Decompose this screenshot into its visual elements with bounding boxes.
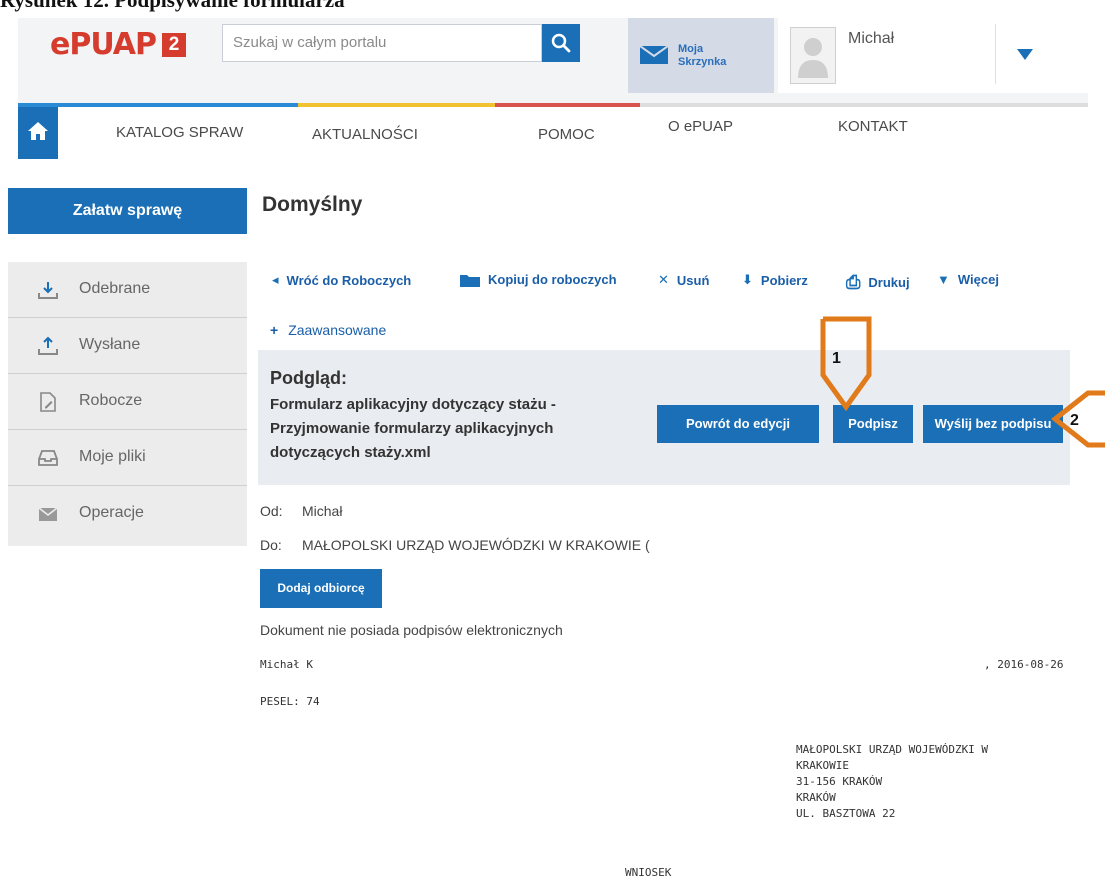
sidebar-item-label: Moje pliki [79,448,146,465]
toolbar-label: Kopiuj do roboczych [488,272,617,287]
send-without-signature-button[interactable]: Wyślij bez podpisu [923,405,1063,443]
doc-name-line: Formularz aplikacyjny dotyczący stażu - [270,396,556,413]
to-label: Do: [260,537,282,553]
from-value: Michał [302,503,343,519]
divider [995,24,996,84]
back-to-edit-button[interactable]: Powrót do edycji [657,405,819,443]
nav-color-strip [18,103,1088,107]
figure-caption: Rysunek 12. Podpisywanie formularza [0,0,345,12]
nav-o-epuap[interactable]: O ePUAP [668,118,733,135]
nav-strip-segment [18,103,298,107]
sidebar-item-label: Odebrane [79,280,151,297]
annotation-arrow-1 [820,316,872,412]
nav-strip-segment [298,103,495,107]
more-triangle-icon: ▼ [937,272,950,287]
page-title: Domyślny [262,193,363,216]
delete-x-icon: ✕ [658,272,669,287]
preview-document-name: Formularz aplikacyjny dotyczący stażu - … [270,393,600,465]
address-line: MAŁOPOLSKI URZĄD WOJEWÓDZKI W [796,743,989,756]
upload-tray-icon [38,336,58,355]
search-input[interactable]: Szukaj w całym portalu [222,24,542,62]
delete-link[interactable]: ✕ Usuń [658,272,709,288]
doc-pesel: PESEL: 74 [260,695,320,708]
sidebar-item-wyslane[interactable]: Wysłane [8,318,247,374]
preview-title: Podgląd: [270,368,347,388]
inbox-label-line1: Moja [678,43,704,55]
toolbar-label: Pobierz [760,272,808,288]
address-line: UL. BASZTOWA 22 [796,807,896,820]
epuap-logo[interactable]: ePUAP 2 [50,28,186,62]
search-icon [551,33,571,53]
annotation-step-1: 1 [832,350,841,367]
doc-sender: Michał K [260,658,313,671]
advanced-toggle[interactable]: + Zaawansowane [270,322,386,338]
user-name: Michał [848,30,895,47]
logo-badge: 2 [161,33,186,57]
toolbar-label: Drukuj [868,275,910,290]
back-arrow-icon: ◂ [272,272,279,287]
files-tray-icon [38,450,58,466]
copy-to-drafts-link[interactable]: Kopiuj do roboczych [460,272,617,287]
more-link[interactable]: ▼ Więcej [937,272,999,287]
add-recipient-button[interactable]: Dodaj odbiorcę [260,569,382,608]
folder-icon [460,274,480,287]
sidebar-item-operacje[interactable]: Operacje [8,486,247,542]
download-link[interactable]: ⬇ Pobierz [742,272,808,288]
nav-pomoc[interactable]: POMOC [538,126,595,143]
doc-recipient-address: MAŁOPOLSKI URZĄD WOJEWÓDZKI W KRAKOWIE 3… [796,742,988,822]
sidebar-item-label: Robocze [79,392,143,409]
user-silhouette-icon [798,38,828,78]
draft-document-icon [40,392,56,412]
sidebar-item-label: Operacje [79,504,144,521]
doc-heading: WNIOSEK [625,866,672,879]
handle-matter-button[interactable]: Załatw sprawę [8,188,247,234]
search-button[interactable] [542,24,580,62]
signature-status: Dokument nie posiada podpisów elektronic… [260,622,563,638]
to-value: MAŁOPOLSKI URZĄD WOJEWÓDZKI W KRAKOWIE ( [302,537,650,553]
sidebar-item-odebrane[interactable]: Odebrane [8,262,247,318]
nav-kontakt[interactable]: KONTAKT [838,118,908,135]
annotation-step-2: 2 [1070,412,1079,429]
nav-strip-segment [640,103,1088,107]
back-to-drafts-link[interactable]: ◂ Wróć do Roboczych [272,272,411,288]
printer-icon: ⎙ [846,272,861,292]
advanced-label: Zaawansowane [288,322,387,338]
sidebar: Odebrane Wysłane Robocze Moje pliki Oper… [8,262,247,546]
download-arrow-icon: ⬇ [742,272,753,287]
address-line: KRAKOWIE [796,759,849,772]
nav-katalog-spraw[interactable]: KATALOG SPRAW [116,124,243,141]
sidebar-item-label: Wysłane [79,336,141,353]
sidebar-item-robocze[interactable]: Robocze [8,374,247,430]
doc-date: , 2016-08-26 [984,658,1064,671]
doc-name-line: dotyczących staży.xml [270,444,431,461]
address-line: KRAKÓW [796,791,836,804]
chevron-down-icon[interactable] [1017,49,1033,60]
inbox-label-line2: Skrzynka [678,56,727,68]
toolbar-label: Usuń [676,272,710,288]
toolbar-label: Wróć do Roboczych [286,272,412,288]
avatar[interactable] [790,27,836,84]
from-label: Od: [260,503,283,519]
nav-strip-segment [495,103,640,107]
envelope-icon [640,46,668,64]
logo-text: ePUAP [50,27,157,62]
doc-name-line: Przyjmowanie formularzy aplikacyjnych [270,420,554,437]
home-button[interactable] [18,107,58,159]
address-line: 31-156 KRAKÓW [796,775,883,788]
plus-icon: + [270,322,279,338]
print-link[interactable]: ⎙ Drukuj [846,272,910,293]
home-icon [28,122,48,140]
download-tray-icon [38,282,58,299]
sidebar-item-moje-pliki[interactable]: Moje pliki [8,430,247,486]
toolbar-label: Więcej [957,272,999,287]
nav-aktualnosci[interactable]: AKTUALNOŚCI [312,126,418,143]
envelope-icon [38,507,58,521]
